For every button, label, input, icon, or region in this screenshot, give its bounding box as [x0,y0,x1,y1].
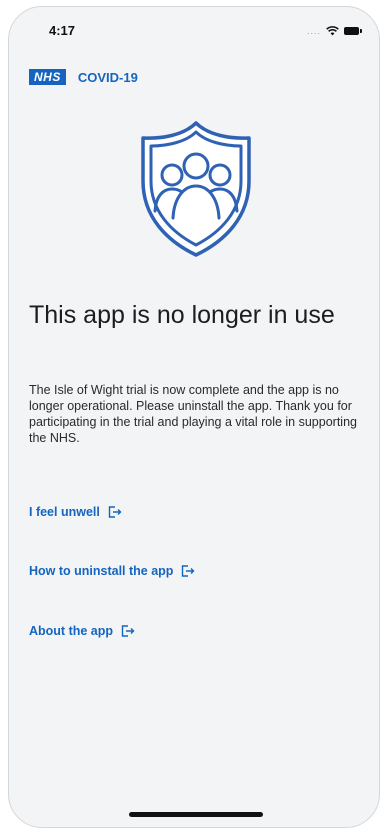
link-label: How to uninstall the app [29,564,174,578]
signal-icon: .... [306,26,321,36]
page-title: This app is no longer in use [29,301,335,329]
phone-screen: 4:17 .... NHS COVID-19 This app is no lo… [8,6,380,828]
app-header: NHS COVID-19 [29,69,138,85]
status-time: 4:17 [49,23,76,38]
how-to-uninstall-link[interactable]: How to uninstall the app [29,564,195,578]
link-label: I feel unwell [29,505,100,519]
description-text: The Isle of Wight trial is now complete … [29,383,357,445]
external-link-icon [121,625,135,637]
wifi-icon [326,26,339,36]
status-icons: .... [306,25,362,37]
i-feel-unwell-link[interactable]: I feel unwell [29,505,122,519]
external-link-icon [108,506,122,518]
home-indicator[interactable] [129,812,263,817]
status-bar: 4:17 .... [9,7,379,51]
link-label: About the app [29,624,114,638]
app-name: COVID-19 [77,69,138,85]
nhs-logo: NHS [29,69,66,85]
battery-icon [344,27,362,35]
shield-people-icon [141,121,251,257]
about-the-app-link[interactable]: About the app [29,624,135,638]
external-link-icon [182,565,195,577]
